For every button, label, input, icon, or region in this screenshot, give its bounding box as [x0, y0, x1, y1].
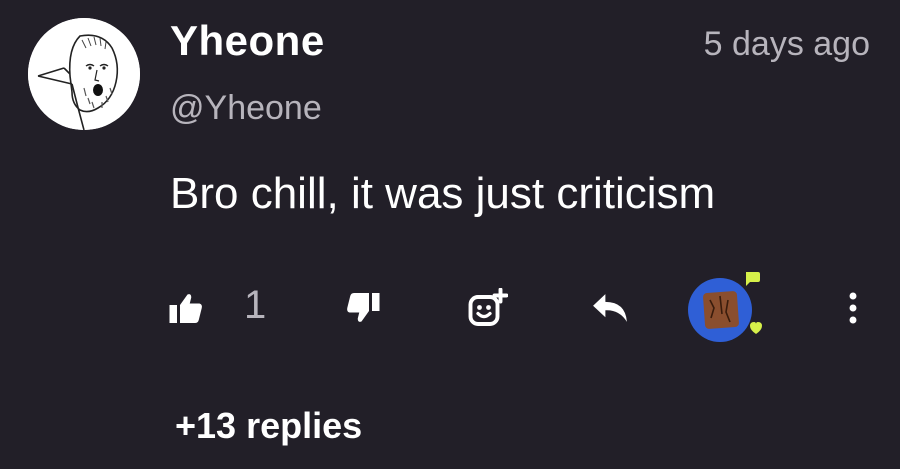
wojak-avatar-image	[28, 18, 140, 130]
like-count: 1	[244, 283, 267, 327]
like-button[interactable]	[168, 290, 204, 326]
more-options-button[interactable]	[840, 288, 866, 328]
timestamp: 5 days ago	[703, 25, 870, 63]
comment-text: Bro chill, it was just criticism	[170, 169, 716, 218]
reply-button[interactable]	[590, 290, 630, 326]
view-replies-link[interactable]: +13 replies	[175, 402, 362, 450]
username[interactable]: Yheone	[170, 16, 325, 66]
user-handle[interactable]: @Yheone	[170, 86, 322, 130]
vertical-dots-icon	[849, 292, 857, 324]
add-reaction-icon	[468, 288, 508, 326]
award-badge-button[interactable]	[684, 268, 764, 348]
thumbs-up-icon	[169, 294, 202, 323]
dislike-button[interactable]	[345, 290, 381, 326]
reply-arrow-icon	[593, 294, 627, 322]
thumbs-down-icon	[347, 293, 380, 322]
award-badge-icon	[688, 272, 762, 342]
add-reaction-button[interactable]	[466, 288, 508, 330]
avatar[interactable]	[28, 18, 140, 130]
